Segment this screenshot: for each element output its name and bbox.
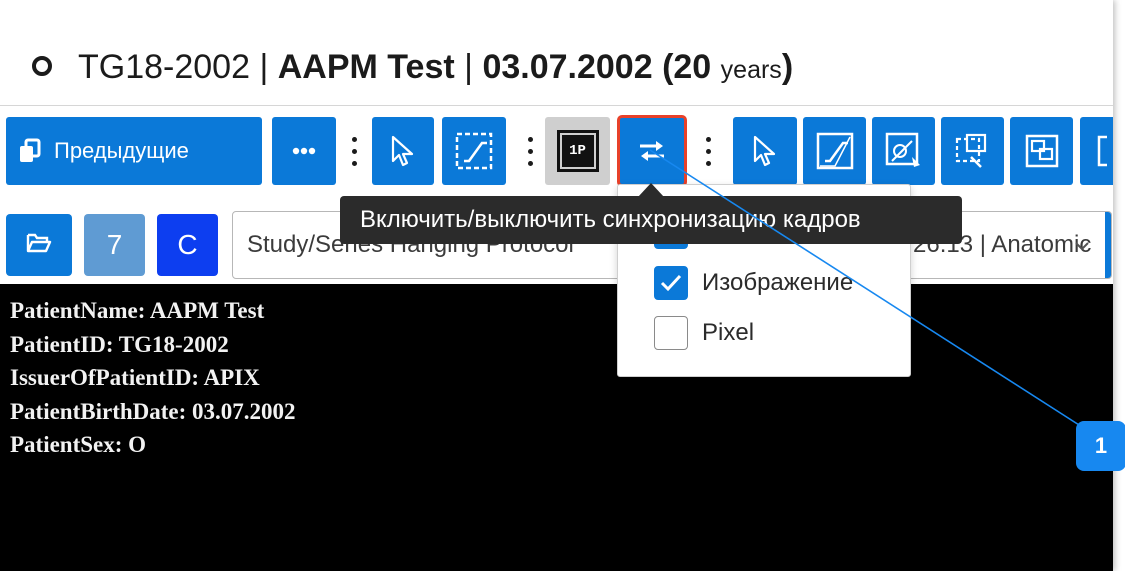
toolbar: Предыдущие 1P <box>0 115 1113 187</box>
toolbar-overflow-button[interactable] <box>1080 117 1113 185</box>
magnify-window-icon <box>1024 133 1060 169</box>
overlay-line: PatientName: AAPM Test <box>10 298 265 323</box>
pointer-tool-button-2[interactable] <box>733 117 797 185</box>
patient-id: TG18-2002 <box>78 48 250 86</box>
open-folder-button[interactable] <box>6 214 72 276</box>
zoom-region-icon <box>953 131 993 171</box>
page-title: TG18-2002 | AAPM Test | 03.07.2002 (20 y… <box>78 47 793 90</box>
age-unit: years <box>720 56 782 84</box>
toolbar-separator <box>528 137 534 167</box>
previous-studies-label: Предыдущие <box>54 138 189 163</box>
chevron-down-icon <box>1073 234 1091 252</box>
layout-1p-icon: 1P <box>556 130 599 172</box>
study-header: TG18-2002 | AAPM Test | 03.07.2002 (20 y… <box>0 0 1113 106</box>
series-count-button[interactable]: 7 <box>84 214 145 276</box>
contrast-curve-button[interactable] <box>803 117 866 185</box>
viewer-app: TG18-2002 | AAPM Test | 03.07.2002 (20 y… <box>0 0 1113 571</box>
sync-option-image[interactable]: Изображение <box>654 266 853 300</box>
c-button[interactable]: C <box>157 214 218 276</box>
select-edge <box>1105 212 1111 278</box>
ellipsis-icon <box>292 147 316 155</box>
patient-name: AAPM Test <box>277 48 455 86</box>
title-separator: | <box>259 48 269 86</box>
magnify-button[interactable] <box>1010 117 1073 185</box>
contrast-curve-icon <box>815 131 855 171</box>
callout-badge: 1 <box>1076 421 1125 471</box>
status-ring-icon <box>32 56 52 76</box>
checkbox-unchecked-icon[interactable] <box>654 316 688 350</box>
image-filter-button[interactable] <box>872 117 935 185</box>
toolbar-separator <box>352 137 358 167</box>
sync-option-label: Изображение <box>702 269 854 296</box>
image-filter-icon <box>884 131 924 171</box>
sync-arrows-icon <box>637 139 667 163</box>
overlay-line: PatientBirthDate: 03.07.2002 <box>10 398 296 424</box>
tooltip: Включить/выключить синхронизацию кадров <box>340 196 962 244</box>
more-button[interactable] <box>272 117 336 185</box>
window-level-icon <box>454 131 494 171</box>
age-value: (20 <box>662 48 712 86</box>
image-viewport[interactable]: PatientName: AAPM Test PatientID: TG18-2… <box>0 284 1113 571</box>
tooltip-arrow <box>638 183 664 197</box>
overlay-line: IssuerOfPatientID: APIX <box>10 365 260 390</box>
previous-studies-button[interactable]: Предыдущие <box>6 117 262 185</box>
partial-tool-icon <box>1085 133 1113 169</box>
pointer-tool-button[interactable] <box>372 117 434 185</box>
age-close: ) <box>781 48 794 86</box>
copy-icon <box>18 138 42 164</box>
overlay-line: PatientID: TG18-2002 <box>10 331 229 357</box>
toolbar-separator <box>706 137 712 167</box>
dicom-overlay: PatientName: AAPM Test PatientID: TG18-2… <box>10 294 296 462</box>
zoom-region-button[interactable] <box>941 117 1004 185</box>
frame-sync-toggle-button[interactable] <box>617 115 687 187</box>
cursor-arrow-icon <box>752 135 778 167</box>
layout-1p-button[interactable]: 1P <box>545 117 610 185</box>
overlay-line: PatientSex: O <box>10 432 147 457</box>
birth-date: 03.07.2002 <box>482 48 653 86</box>
cursor-arrow-icon <box>390 135 416 167</box>
sync-option-pixel[interactable]: Pixel <box>654 316 754 350</box>
sync-option-label: Pixel <box>702 319 755 346</box>
folder-open-icon <box>26 232 52 259</box>
checkbox-checked-icon[interactable] <box>654 266 688 300</box>
window-level-button[interactable] <box>442 117 506 185</box>
title-separator-2: | <box>464 48 473 86</box>
